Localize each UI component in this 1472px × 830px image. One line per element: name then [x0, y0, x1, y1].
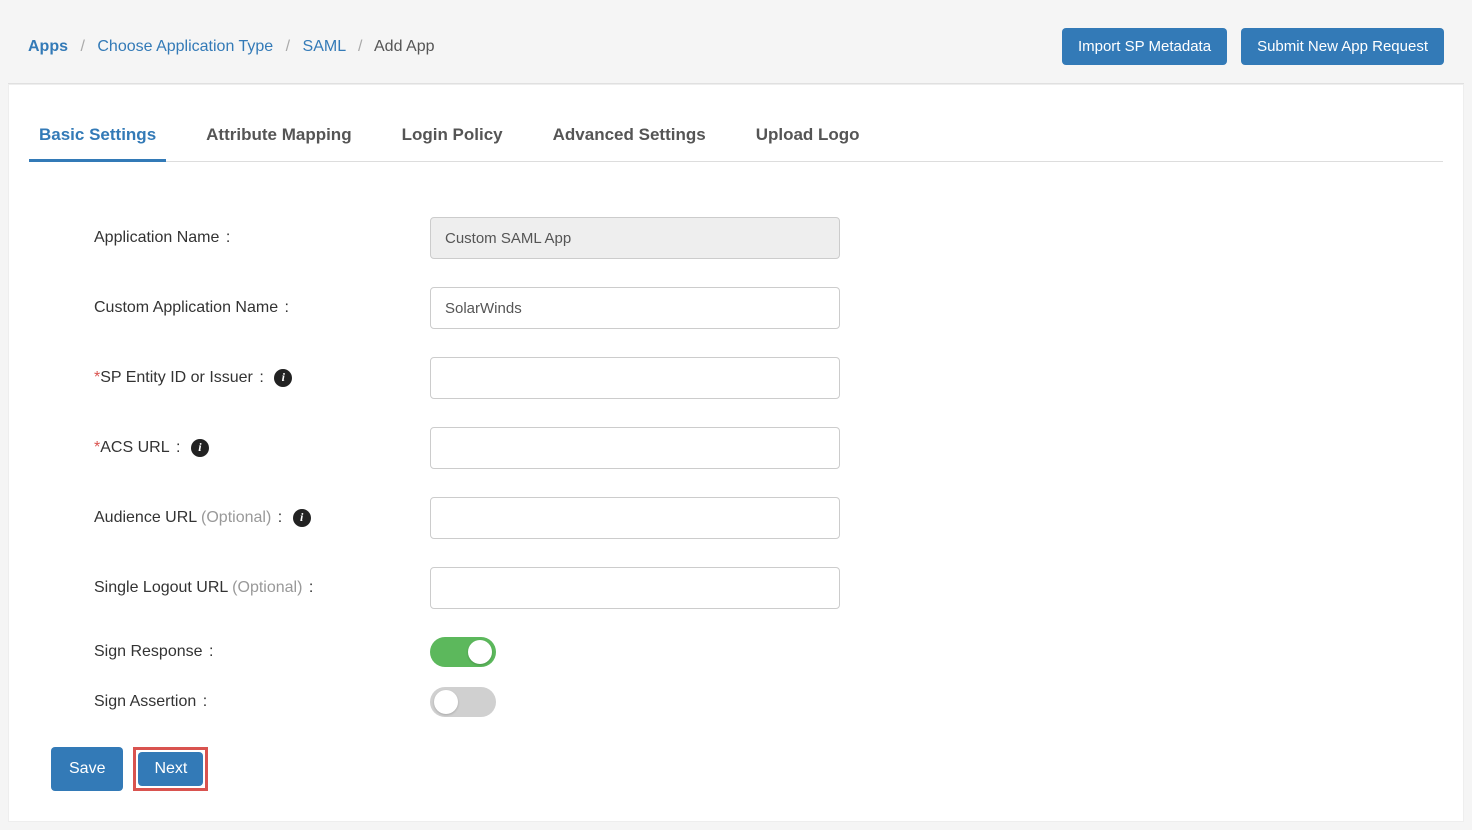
single-logout-url-label: Single Logout URL (Optional) : — [94, 579, 430, 597]
sign-assertion-toggle[interactable] — [430, 687, 496, 717]
info-icon[interactable]: i — [191, 439, 209, 457]
breadcrumb-sep: / — [286, 38, 290, 55]
single-logout-url-input[interactable] — [430, 567, 840, 609]
tab-attribute-mapping[interactable]: Attribute Mapping — [196, 117, 361, 162]
breadcrumb-sep: / — [80, 38, 84, 55]
audience-url-label: Audience URL (Optional) : i — [94, 509, 430, 527]
info-icon[interactable]: i — [293, 509, 311, 527]
tab-login-policy[interactable]: Login Policy — [392, 117, 513, 162]
sign-response-toggle[interactable] — [430, 637, 496, 667]
breadcrumb-saml[interactable]: SAML — [303, 38, 346, 55]
save-button[interactable]: Save — [51, 747, 123, 791]
breadcrumb-current: Add App — [374, 38, 435, 55]
custom-application-name-input[interactable] — [430, 287, 840, 329]
breadcrumb: Apps / Choose Application Type / SAML / … — [28, 38, 435, 56]
sp-entity-id-label: *SP Entity ID or Issuer : i — [94, 369, 430, 387]
breadcrumb-apps[interactable]: Apps — [28, 38, 68, 55]
custom-application-name-label: Custom Application Name : — [94, 299, 430, 317]
breadcrumb-sep: / — [358, 38, 362, 55]
application-name-input — [430, 217, 840, 259]
application-name-label: Application Name : — [94, 229, 430, 247]
sp-entity-id-input[interactable] — [430, 357, 840, 399]
tab-upload-logo[interactable]: Upload Logo — [746, 117, 870, 162]
tab-advanced-settings[interactable]: Advanced Settings — [543, 117, 716, 162]
acs-url-label: *ACS URL : i — [94, 439, 430, 457]
acs-url-input[interactable] — [430, 427, 840, 469]
next-button-highlight: Next — [133, 747, 208, 791]
info-icon[interactable]: i — [274, 369, 292, 387]
settings-tabs: Basic Settings Attribute Mapping Login P… — [29, 117, 1443, 162]
breadcrumb-choose[interactable]: Choose Application Type — [97, 38, 273, 55]
tab-basic-settings[interactable]: Basic Settings — [29, 117, 166, 162]
sign-assertion-label: Sign Assertion : — [94, 693, 430, 711]
submit-new-app-request-button[interactable]: Submit New App Request — [1241, 28, 1444, 65]
next-button[interactable]: Next — [138, 752, 203, 786]
sign-response-label: Sign Response : — [94, 643, 430, 661]
audience-url-input[interactable] — [430, 497, 840, 539]
import-sp-metadata-button[interactable]: Import SP Metadata — [1062, 28, 1227, 65]
